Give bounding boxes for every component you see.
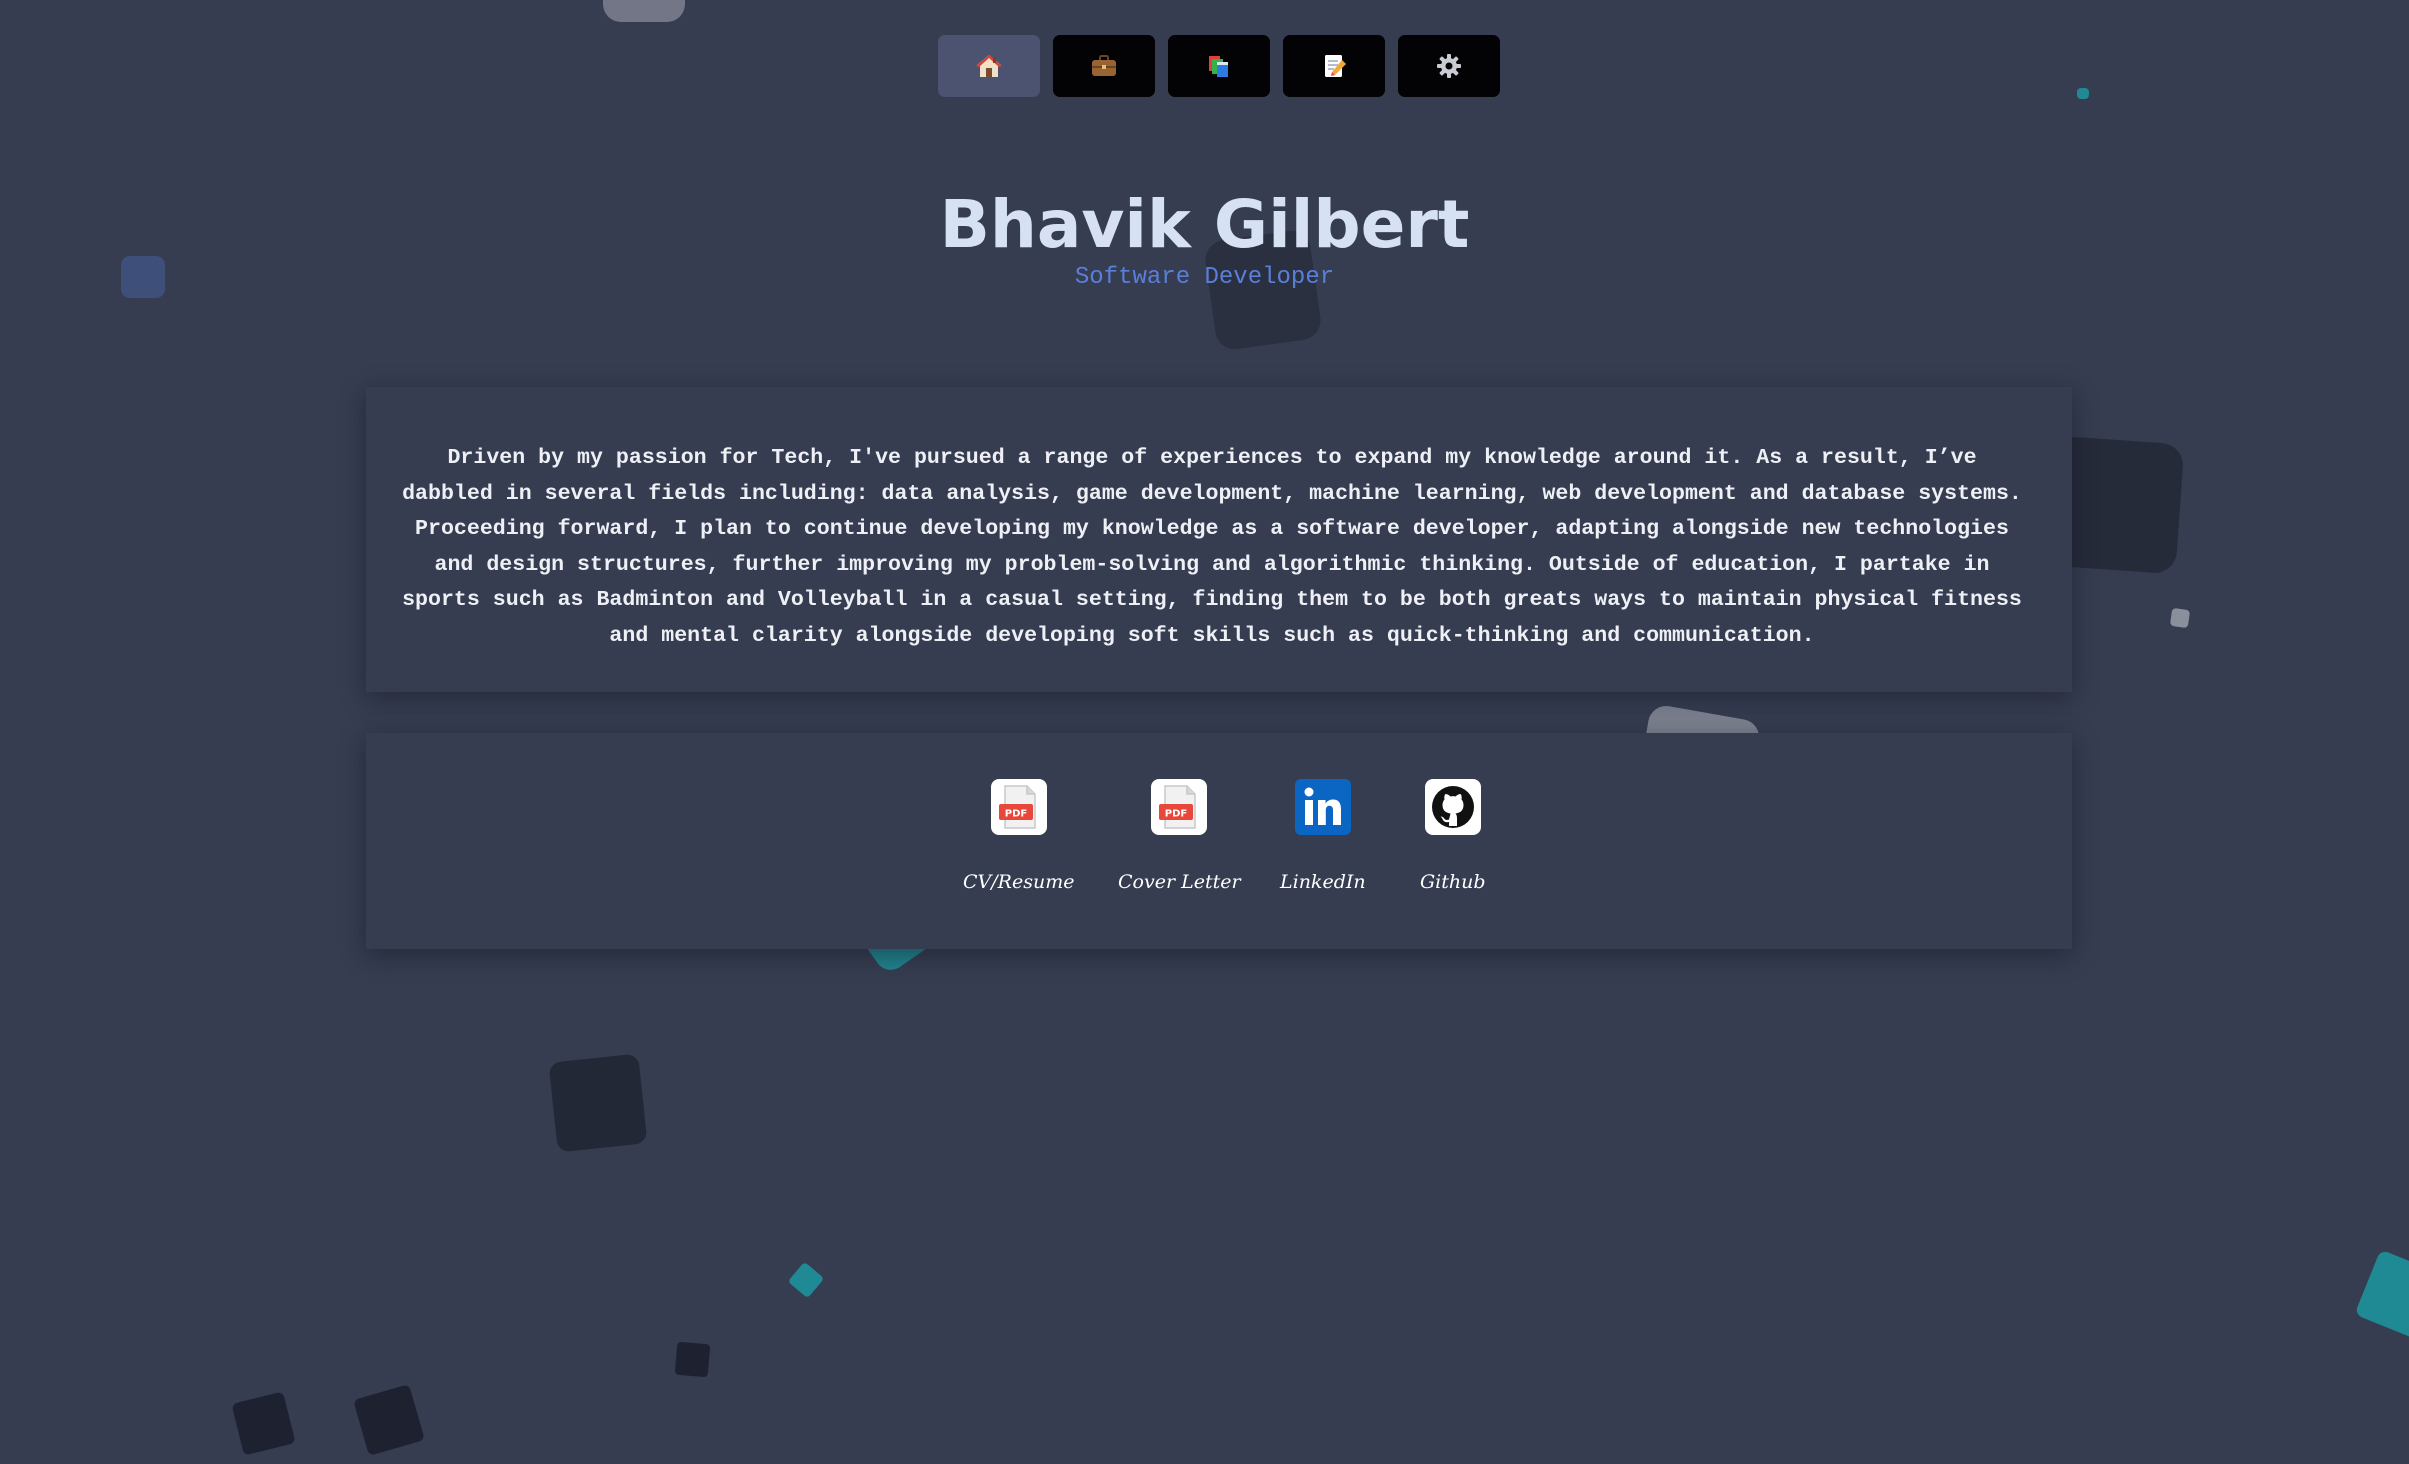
nav-projects-button[interactable] — [1168, 35, 1270, 97]
page-title: Bhavik Gilbert — [939, 186, 1470, 263]
nav-settings-button[interactable] — [1398, 35, 1500, 97]
portfolio-page: Bhavik Gilbert Software Developer Driven… — [0, 0, 2409, 1464]
github-icon — [1424, 779, 1481, 835]
decor-square — [2169, 607, 2191, 629]
house-icon — [975, 52, 1003, 80]
github-link[interactable]: Github — [1420, 779, 1486, 893]
nav-work-button[interactable] — [1053, 35, 1155, 97]
linkedin-icon — [1294, 779, 1351, 835]
pdf-icon: PDF — [1151, 779, 1208, 835]
decor-square — [231, 1391, 296, 1456]
link-label: LinkedIn — [1280, 871, 1366, 893]
top-nav — [938, 35, 1500, 97]
decor-square — [787, 1261, 825, 1299]
decor-square — [2077, 88, 2089, 99]
svg-text:PDF: PDF — [1005, 809, 1027, 820]
decor-square — [674, 1341, 711, 1378]
linkedin-link[interactable]: LinkedIn — [1280, 779, 1366, 893]
link-label: CV/Resume — [963, 871, 1075, 893]
gear-icon — [1435, 52, 1463, 80]
decor-square — [353, 1384, 425, 1456]
decor-square — [548, 1053, 648, 1153]
decor-square — [603, 0, 685, 22]
cv-resume-link[interactable]: PDF CV/Resume — [963, 779, 1074, 893]
link-label: Cover Letter — [1118, 871, 1241, 893]
page-subtitle: Software Developer — [1074, 264, 1335, 291]
nav-home-button[interactable] — [938, 35, 1040, 97]
books-icon — [1205, 52, 1233, 80]
nav-notes-button[interactable] — [1283, 35, 1385, 97]
briefcase-icon — [1090, 53, 1118, 79]
cover-letter-link[interactable]: PDF Cover Letter — [1118, 779, 1241, 893]
link-label: Github — [1420, 871, 1486, 893]
about-text: Driven by my passion for Tech, I've purs… — [402, 446, 2022, 648]
pdf-icon: PDF — [990, 779, 1047, 835]
memo-icon — [1320, 52, 1348, 80]
decor-square — [2354, 1249, 2409, 1341]
svg-text:PDF: PDF — [1165, 809, 1187, 820]
